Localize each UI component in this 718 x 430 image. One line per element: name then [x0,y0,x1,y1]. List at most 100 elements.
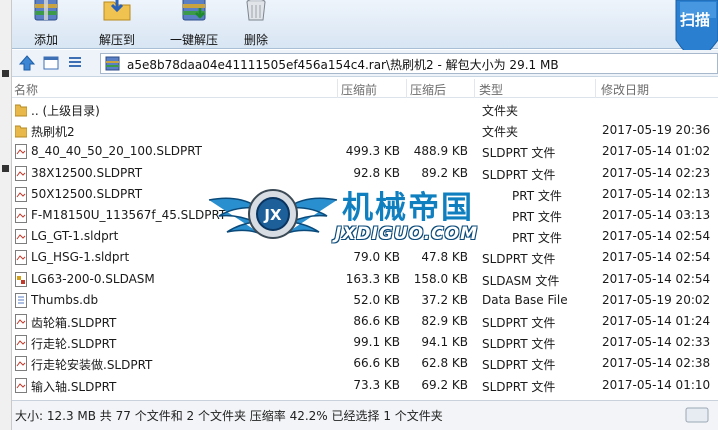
list-item[interactable]: 齿轮箱.SLDPRT 86.6 KB 82.9 KB SLDPRT 文件 201… [12,311,718,332]
file-size: 86.6 KB [353,314,400,328]
address-field[interactable]: a5e8b78daa04e41111505ef456a154c4.rar\热刷机… [100,53,718,74]
up-arrow-icon[interactable] [18,54,36,72]
file-type: SLDPRT 文件 [482,358,556,373]
list-item[interactable]: 行走轮.SLDPRT 99.1 KB 94.1 KB SLDPRT 文件 201… [12,332,718,353]
file-size: 73.3 KB [353,377,400,392]
file-modified: 2017-05-14 02:23 [602,165,711,180]
address-bar: a5e8b78daa04e41111505ef456a154c4.rar\热刷机… [12,50,718,77]
file-name: 齿轮箱.SLDPRT [31,316,117,330]
file-modified: 2017-05-14 01:24 [602,314,711,328]
file-name: 8_40_40_50_20_100.SLDPRT [31,144,203,159]
archive-window: 添加 解压到 一键解压 删除 扫描 a5e8b78daa04e41111505e… [12,0,718,430]
file-type: SLDPRT 文件 [482,146,556,161]
file-name: LG63-200-0.SLDASM [31,271,155,286]
add-button[interactable]: 添加 [14,0,78,49]
address-path: a5e8b78daa04e41111505ef456a154c4.rar\热刷机… [127,58,559,72]
add-archive-icon [34,0,58,21]
background-marker [2,70,9,77]
column-divider[interactable] [337,79,338,98]
delete-button[interactable]: 删除 [224,0,288,49]
file-type: SLDPRT 文件 [482,337,556,352]
file-name: LG_HSG-1.sldprt [31,250,130,265]
status-text: 大小: 12.3 MB 共 77 个文件和 2 个文件夹 压缩率 42.2% 已… [15,409,443,423]
sldprt-file-icon [15,229,27,245]
sldprt-file-icon [15,356,27,372]
file-packed-size: 69.2 KB [421,377,468,392]
file-modified: 2017-05-19 20:02 [602,292,711,307]
status-bar: 大小: 12.3 MB 共 77 个文件和 2 个文件夹 压缩率 42.2% 已… [12,400,718,430]
folder-icon [15,125,27,138]
file-name: .. (上级目录) [31,104,100,118]
db-file-icon [15,292,27,308]
file-name: 行走轮安装做.SLDPRT [31,358,153,373]
column-header-type[interactable]: 类型 [479,81,503,98]
column-header-row: 名称 压缩前 压缩后 类型 修改日期 [12,79,718,98]
list-item[interactable]: 热刷机2 文件夹 2017-05-19 20:36 [12,120,718,141]
file-packed-size: 47.8 KB [421,250,468,265]
extract-to-button[interactable]: 解压到 [85,0,149,49]
list-item[interactable]: LG_HSG-1.sldprt 79.0 KB 47.8 KB SLDPRT 文… [12,247,718,268]
background-window-edge [0,0,12,430]
file-name: 输入轴.SLDPRT [31,379,117,394]
sldprt-file-icon [15,314,27,329]
list-item[interactable]: LG63-200-0.SLDASM 163.3 KB 158.0 KB SLDA… [12,269,718,290]
sldprt-file-icon [15,165,27,181]
info-icon [685,407,709,423]
file-modified: 2017-05-14 01:10 [602,377,711,392]
background-marker [2,165,9,172]
column-header-packed[interactable]: 压缩后 [410,81,446,98]
list-item[interactable]: F-M18150U_113567f_45.SLDPRT PRT 文件 2017-… [12,205,718,226]
file-size: 79.0 KB [353,250,400,265]
archive-icon [105,56,120,71]
sldasm-file-icon [15,271,27,287]
file-name: 50X12500.SLDPRT [31,186,143,201]
list-item[interactable]: 输入轴.SLDPRT 73.3 KB 69.2 KB SLDPRT 文件 201… [12,375,718,396]
column-divider[interactable] [406,79,407,98]
scan-button-label: 扫描 [679,11,710,29]
file-type: SLDASM 文件 [482,273,560,288]
column-divider[interactable] [474,79,475,98]
one-click-extract-icon [182,0,206,21]
extract-folder-icon [103,0,131,21]
file-packed-size: 488.9 KB [413,144,468,159]
sldprt-file-icon [15,335,27,351]
column-divider[interactable] [595,79,596,98]
file-size: 163.3 KB [345,271,400,286]
list-item[interactable]: Thumbs.db 52.0 KB 37.2 KB Data Base File… [12,290,718,311]
file-packed-size: 89.2 KB [421,165,468,180]
column-header-size[interactable]: 压缩前 [341,81,377,98]
details-view-icon[interactable] [42,54,60,72]
file-modified: 2017-05-14 02:54 [602,250,711,265]
list-item[interactable]: 行走轮安装做.SLDPRT 66.6 KB 62.8 KB SLDPRT 文件 … [12,353,718,374]
file-name: 38X12500.SLDPRT [31,165,143,180]
file-type: SLDPRT 文件 [482,379,556,394]
sldprt-file-icon [15,144,27,160]
sldprt-file-icon [15,208,27,223]
file-type: Data Base File [482,292,568,307]
list-item[interactable]: 50X12500.SLDPRT PRT 文件 2017-05-14 02:13 [12,184,718,205]
file-name: LG_GT-1.sldprt [31,229,119,244]
file-size: 499.3 KB [345,144,400,159]
delete-button-label: 删除 [243,33,268,47]
add-button-label: 添加 [33,33,58,47]
file-name: Thumbs.db [31,292,99,307]
file-type: SLDPRT 文件 [482,316,556,330]
file-modified: 2017-05-14 02:54 [602,271,711,286]
toolbar: 添加 解压到 一键解压 删除 扫描 [12,0,718,62]
list-item[interactable]: 38X12500.SLDPRT 92.8 KB 89.2 KB SLDPRT 文… [12,163,718,184]
folder-up-icon [15,104,27,117]
file-modified: 2017-05-14 03:13 [602,208,711,222]
one-click-extract-button[interactable]: 一键解压 [162,0,226,49]
list-item[interactable]: LG_GT-1.sldprt PRT 文件 2017-05-14 02:54 [12,226,718,247]
list-view-icon[interactable] [66,54,84,72]
column-header-name[interactable]: 名称 [14,81,38,98]
file-list: .. (上级目录) 文件夹 热刷机2 文件夹 2017-05-19 20:36 … [12,99,718,399]
file-packed-size: 94.1 KB [421,335,468,350]
file-type: SLDPRT 文件 [482,167,556,182]
column-header-modified[interactable]: 修改日期 [601,81,649,98]
file-type: 文件夹 [482,125,519,140]
file-modified: 2017-05-19 20:36 [602,123,711,138]
sldprt-file-icon [15,377,27,393]
list-item[interactable]: .. (上级目录) 文件夹 [12,99,718,120]
list-item[interactable]: 8_40_40_50_20_100.SLDPRT 499.3 KB 488.9 … [12,141,718,162]
